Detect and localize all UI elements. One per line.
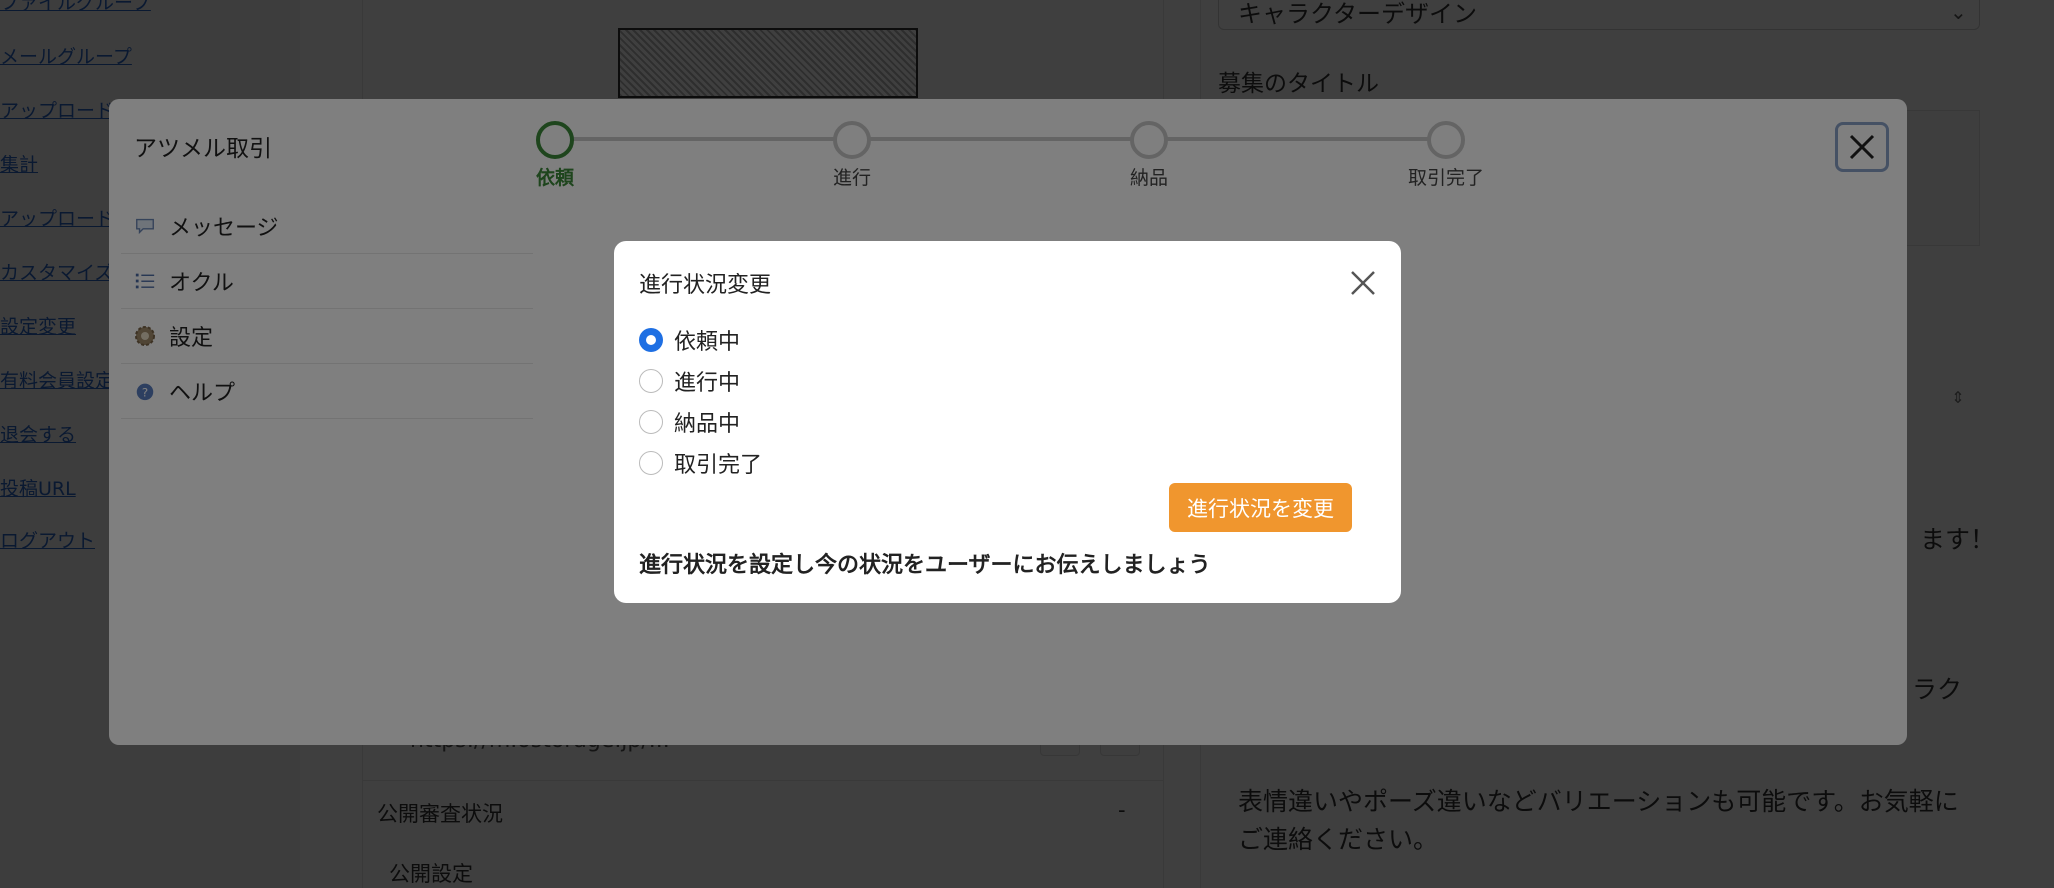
status-radio-group: 依頼中 進行中 納品中 取引完了 [639,319,762,483]
radio-requesting[interactable]: 依頼中 [639,319,762,360]
radio-button[interactable] [639,368,663,393]
status-change-dialog: 進行状況変更 依頼中 進行中 納品中 取引完了 進行状況を変更 進行状況を設定し… [614,241,1401,603]
radio-label: 納品中 [674,411,741,437]
status-hint-text: 進行状況を設定し今の状況をユーザーにお伝えしましょう [639,553,1211,578]
close-icon [1351,271,1375,295]
status-dialog-close-button[interactable] [1347,267,1379,299]
radio-in-progress[interactable]: 進行中 [639,360,762,401]
radio-button[interactable] [639,327,663,352]
radio-label: 依頼中 [674,329,741,355]
radio-label: 取引完了 [674,452,763,478]
change-status-button[interactable]: 進行状況を変更 [1169,483,1352,532]
radio-button[interactable] [639,409,663,434]
radio-button[interactable] [639,450,663,475]
radio-delivering[interactable]: 納品中 [639,401,762,442]
radio-label: 進行中 [674,370,741,396]
status-dialog-title: 進行状況変更 [639,273,772,298]
radio-complete[interactable]: 取引完了 [639,442,762,483]
